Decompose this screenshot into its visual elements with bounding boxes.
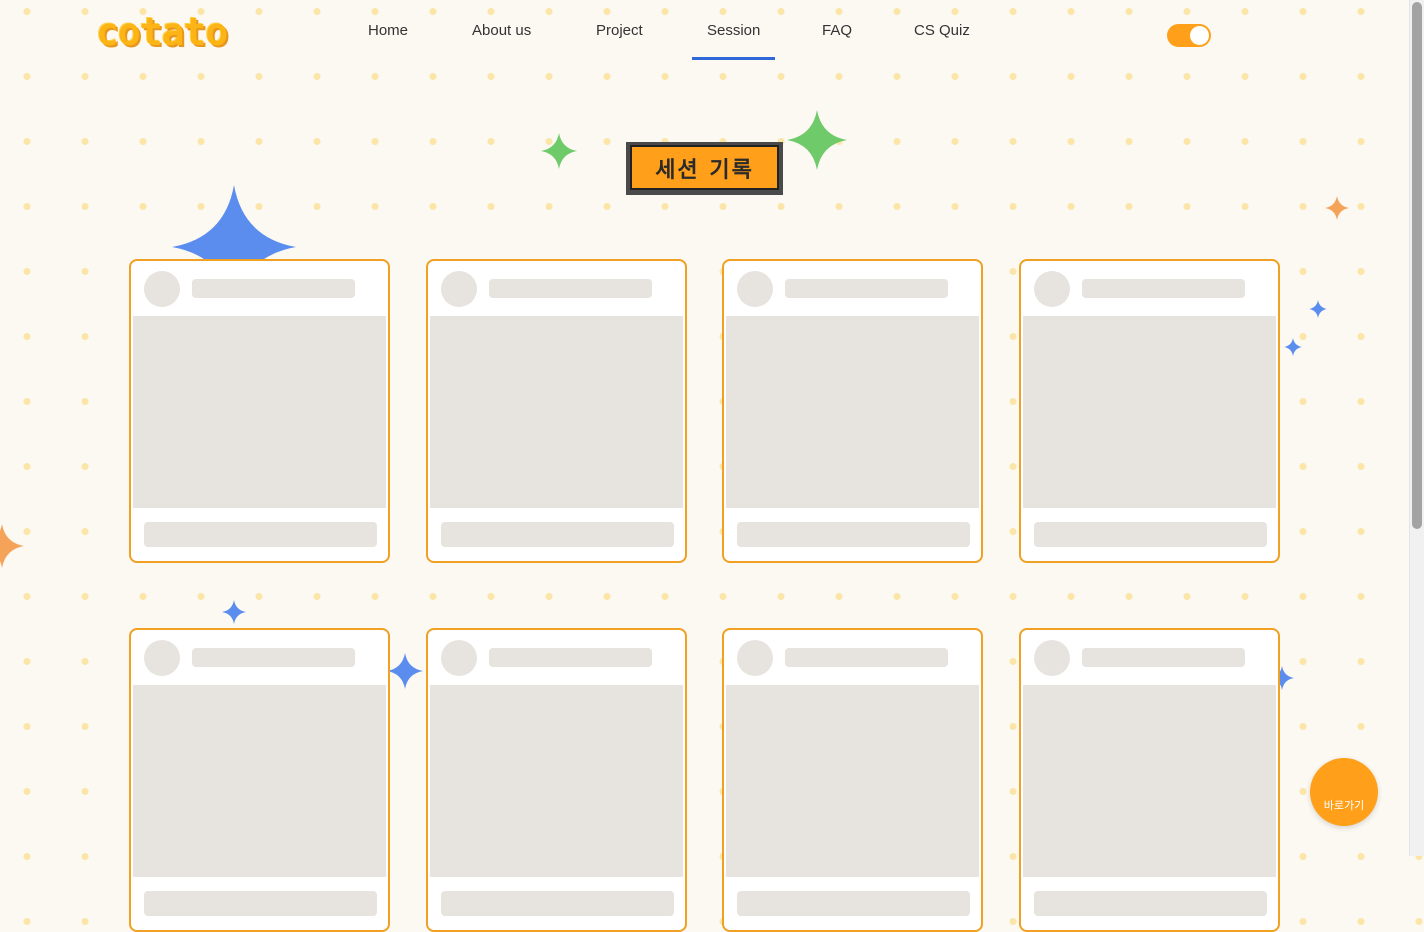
card-image-skeleton (430, 685, 683, 877)
card-avatar-skeleton (441, 271, 477, 307)
sparkle-icon (1325, 196, 1349, 220)
site-header: cotato Home About us Project Session FAQ… (0, 0, 1410, 62)
section-title: 세션 기록 (630, 145, 779, 190)
card-avatar-skeleton (737, 640, 773, 676)
card-footer-skeleton (441, 891, 674, 916)
card-image-skeleton (726, 316, 979, 508)
nav-home[interactable]: Home (368, 22, 408, 39)
session-card[interactable] (1019, 259, 1280, 563)
nav-cs-quiz[interactable]: CS Quiz (914, 22, 970, 39)
sparkle-icon (387, 653, 423, 689)
session-card[interactable] (426, 628, 687, 932)
card-title-skeleton (785, 279, 948, 298)
card-title-skeleton (192, 279, 355, 298)
card-title-skeleton (192, 648, 355, 667)
card-title-skeleton (785, 648, 948, 667)
card-footer-skeleton (1034, 891, 1267, 916)
card-footer-skeleton (1034, 522, 1267, 547)
nav-active-underline (692, 57, 775, 60)
session-card[interactable] (129, 259, 390, 563)
session-card[interactable] (722, 628, 983, 932)
card-image-skeleton (133, 685, 386, 877)
scrollbar-track[interactable] (1409, 0, 1424, 856)
card-footer-skeleton (737, 522, 970, 547)
sparkle-icon (541, 133, 577, 169)
nav-faq[interactable]: FAQ (822, 22, 852, 39)
card-avatar-skeleton (441, 640, 477, 676)
card-image-skeleton (1023, 316, 1276, 508)
card-footer-skeleton (144, 522, 377, 547)
card-avatar-skeleton (1034, 640, 1070, 676)
scrollbar-thumb[interactable] (1412, 2, 1422, 529)
sparkle-icon (0, 524, 24, 568)
card-image-skeleton (726, 685, 979, 877)
session-card[interactable] (129, 628, 390, 932)
card-avatar-skeleton (144, 640, 180, 676)
card-footer-skeleton (144, 891, 377, 916)
shortcut-button[interactable]: 바로가기 (1310, 758, 1378, 826)
card-image-skeleton (1023, 685, 1276, 877)
card-title-skeleton (1082, 279, 1245, 298)
section-title-badge: 세션 기록 (626, 142, 783, 195)
card-footer-skeleton (737, 891, 970, 916)
theme-toggle[interactable] (1167, 24, 1211, 47)
cotato-logo[interactable]: cotato (96, 12, 228, 52)
sparkle-icon (222, 600, 246, 624)
nav-project[interactable]: Project (596, 22, 643, 39)
sparkle-icon (1284, 338, 1302, 356)
session-card[interactable] (722, 259, 983, 563)
card-image-skeleton (133, 316, 386, 508)
sparkle-icon (787, 110, 847, 170)
card-title-skeleton (489, 648, 652, 667)
nav-about-us[interactable]: About us (472, 22, 531, 39)
session-card[interactable] (1019, 628, 1280, 932)
nav-session[interactable]: Session (707, 22, 760, 39)
card-image-skeleton (430, 316, 683, 508)
card-avatar-skeleton (737, 271, 773, 307)
card-avatar-skeleton (144, 271, 180, 307)
toggle-knob (1190, 26, 1209, 45)
card-avatar-skeleton (1034, 271, 1070, 307)
sparkle-icon (1309, 300, 1327, 318)
card-title-skeleton (489, 279, 652, 298)
session-card[interactable] (426, 259, 687, 563)
card-title-skeleton (1082, 648, 1245, 667)
card-footer-skeleton (441, 522, 674, 547)
